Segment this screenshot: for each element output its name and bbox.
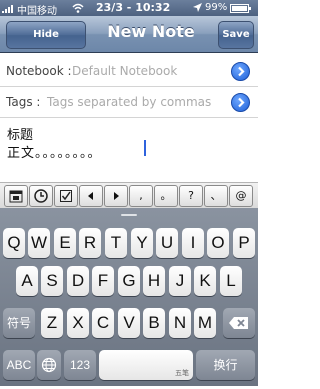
abc-key[interactable]: ABC <box>3 350 35 380</box>
battery-icon <box>230 4 252 16</box>
notebook-value: Default Notebook <box>72 64 178 78</box>
key-r[interactable]: R <box>79 228 101 258</box>
key-f[interactable]: F <box>92 266 114 296</box>
navigation-bar: Hide keyboard New Note Save <box>0 16 258 66</box>
globe-key[interactable] <box>37 350 61 380</box>
at-key[interactable]: @ <box>229 185 253 207</box>
period-key[interactable]: 。 <box>154 185 178 207</box>
key-j[interactable]: J <box>169 266 191 296</box>
globe-icon <box>41 357 57 373</box>
notebook-disclosure-icon[interactable] <box>231 62 250 81</box>
wifi-icon <box>72 3 84 16</box>
carrier-name: 中国移动 <box>17 6 57 17</box>
page-title: New Note <box>107 22 195 41</box>
key-w[interactable]: W <box>28 228 50 258</box>
key-h[interactable]: H <box>143 266 165 296</box>
key-q[interactable]: Q <box>3 228 25 258</box>
input-accessory-toolbar: , 。 ? 、 @ <box>0 182 258 210</box>
space-key[interactable]: 五笔 <box>99 350 193 380</box>
key-z[interactable]: Z <box>41 308 63 338</box>
tags-disclosure-icon[interactable] <box>231 93 250 112</box>
signal-icon <box>2 5 16 16</box>
clock-icon[interactable] <box>29 185 53 207</box>
keyboard-grip <box>121 214 137 216</box>
key-l[interactable]: L <box>220 266 242 296</box>
tags-input[interactable]: Tags separated by commas <box>47 95 211 109</box>
notebook-row[interactable]: Notebook : Default Notebook <box>0 56 258 87</box>
key-c[interactable]: C <box>92 308 114 338</box>
note-editor[interactable]: 标题 正文。。。。。。。。 <box>0 116 258 182</box>
clock: 23/3 - 10:32 <box>96 1 171 14</box>
key-o[interactable]: O <box>207 228 229 258</box>
key-k[interactable]: K <box>194 266 216 296</box>
key-t[interactable]: T <box>105 228 127 258</box>
key-d[interactable]: D <box>67 266 89 296</box>
checkbox-icon[interactable] <box>54 185 78 207</box>
key-a[interactable]: A <box>16 266 38 296</box>
battery-percent: 99% <box>205 2 228 13</box>
text-cursor <box>144 140 146 156</box>
hide-keyboard-button[interactable]: Hide keyboard <box>6 21 86 66</box>
note-title-text: 标题 <box>7 128 34 143</box>
space-key-hint: 五笔 <box>175 370 189 377</box>
location-icon <box>193 3 202 15</box>
key-g[interactable]: G <box>118 266 140 296</box>
key-u[interactable]: U <box>156 228 178 258</box>
key-n[interactable]: N <box>169 308 191 338</box>
tags-row[interactable]: Tags : Tags separated by commas <box>0 87 258 118</box>
key-x[interactable]: X <box>67 308 89 338</box>
symbols-key[interactable]: 符号 <box>3 308 35 338</box>
delete-key[interactable] <box>223 308 255 338</box>
key-p[interactable]: P <box>233 228 255 258</box>
backspace-icon <box>229 317 248 329</box>
key-s[interactable]: S <box>41 266 63 296</box>
key-b[interactable]: B <box>143 308 165 338</box>
save-button[interactable]: Save <box>218 21 254 49</box>
status-bar: 中国移动 23/3 - 10:32 99% <box>0 0 258 17</box>
return-key[interactable]: 换行 <box>196 350 255 380</box>
note-body-text: 正文。。。。。。。。 <box>7 146 102 161</box>
tags-label: Tags : <box>6 95 41 109</box>
notebook-label: Notebook : <box>6 64 72 78</box>
key-i[interactable]: I <box>182 228 204 258</box>
key-e[interactable]: E <box>54 228 76 258</box>
numbers-key[interactable]: 123 <box>64 350 96 380</box>
key-y[interactable]: Y <box>131 228 153 258</box>
arrow-left-icon[interactable] <box>79 185 103 207</box>
arrow-right-icon[interactable] <box>104 185 128 207</box>
key-m[interactable]: M <box>194 308 216 338</box>
comma-key[interactable]: , <box>129 185 153 207</box>
calendar-icon[interactable] <box>4 185 28 207</box>
question-key[interactable]: ? <box>179 185 203 207</box>
enumeration-comma-key[interactable]: 、 <box>204 185 228 207</box>
key-v[interactable]: V <box>118 308 140 338</box>
